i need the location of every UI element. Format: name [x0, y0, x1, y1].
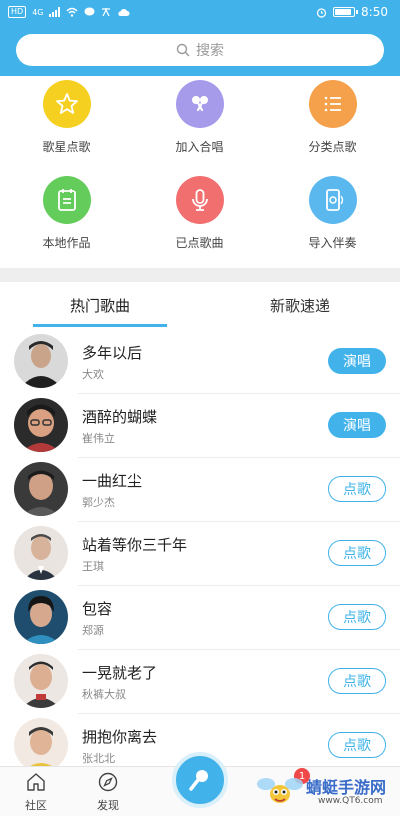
list-item[interactable]: 包容 郑源 点歌: [0, 586, 400, 650]
avatar: [14, 526, 68, 580]
list-item[interactable]: 多年以后 大欢 演唱: [0, 330, 400, 394]
signal-icon: [49, 7, 61, 17]
song-title: 酒醉的蝴蝶: [82, 408, 158, 426]
search-icon: [176, 43, 190, 57]
avatar: [14, 334, 68, 388]
tab-hot-songs[interactable]: 热门歌曲: [0, 282, 200, 328]
compass-icon: [98, 772, 118, 792]
song-list: 多年以后 大欢 演唱 酒醉的蝴蝶 崔伟立 演唱 一曲红尘 郭少杰 点歌 站着等你…: [0, 330, 400, 766]
chat-bubble-icon: [84, 7, 95, 16]
home-icon: [27, 773, 45, 791]
shortcut-label: 本地作品: [42, 236, 91, 250]
clock: 8:50: [361, 5, 388, 19]
nav-label: 发现: [97, 799, 119, 812]
dragonfly-logo-icon: [257, 778, 303, 803]
search-bar[interactable]: 搜索: [16, 34, 384, 66]
shortcut-label: 导入伴奏: [308, 236, 357, 250]
translate-icon: [102, 8, 111, 17]
shortcut-category-song[interactable]: 分类点歌: [266, 76, 399, 166]
shortcut-label: 分类点歌: [308, 140, 357, 154]
section-divider: [0, 268, 400, 282]
song-artist: 郑源: [82, 624, 104, 637]
avatar: [14, 590, 68, 644]
order-song-button[interactable]: 点歌: [328, 540, 386, 566]
sing-button[interactable]: 演唱: [328, 412, 386, 438]
order-song-button[interactable]: 点歌: [328, 668, 386, 694]
sing-button[interactable]: 演唱: [328, 348, 386, 374]
avatar: [14, 654, 68, 708]
song-title: 多年以后: [82, 344, 143, 362]
avatar: [14, 718, 68, 766]
shortcut-ordered-songs[interactable]: 已点歌曲: [133, 172, 266, 262]
song-title: 站着等你三千年: [82, 536, 188, 554]
song-artist: 郭少杰: [82, 496, 115, 509]
order-song-button[interactable]: 点歌: [328, 732, 386, 758]
list-icon: [308, 80, 357, 128]
microphone-icon: [175, 176, 224, 224]
star-icon: [42, 80, 91, 128]
battery-icon: [333, 7, 359, 17]
watermark-name: 蜻蜓手游网: [306, 778, 387, 797]
watermark-url: www.QT6.com: [318, 796, 383, 806]
avatar: [14, 462, 68, 516]
shortcut-join-duet[interactable]: 加入合唱: [133, 76, 266, 166]
order-song-button[interactable]: 点歌: [328, 604, 386, 630]
microphone-icon: [189, 770, 208, 791]
avatar: [14, 398, 68, 452]
song-artist: 大欢: [82, 368, 104, 381]
cloud-icon: [118, 8, 130, 16]
sing-center-button[interactable]: [172, 752, 228, 808]
shortcut-label: 已点歌曲: [175, 236, 224, 250]
tab-new-songs[interactable]: 新歌速递: [200, 282, 400, 328]
song-title: 包容: [82, 600, 113, 618]
song-title: 一曲红尘: [82, 472, 143, 490]
list-item[interactable]: 站着等你三千年 王琪 点歌: [0, 522, 400, 586]
song-artist: 张北北: [82, 752, 115, 765]
hd-indicator: HD: [8, 6, 27, 18]
order-song-button[interactable]: 点歌: [328, 476, 386, 502]
wifi-icon: [66, 7, 78, 17]
calendar-doc-icon: [42, 176, 91, 224]
duet-mic-icon: [175, 80, 224, 128]
shortcut-grid: 歌星点歌 加入合唱 分类点歌 本地作品 已点歌曲 导入伴奏: [0, 76, 400, 264]
phone-import-icon: [308, 176, 357, 224]
list-item[interactable]: 一晃就老了 秋裤大叔 点歌: [0, 650, 400, 714]
song-artist: 秋裤大叔: [82, 688, 126, 701]
list-item[interactable]: 酒醉的蝴蝶 崔伟立 演唱: [0, 394, 400, 458]
tab-indicator: [33, 324, 167, 327]
shortcut-singer-song[interactable]: 歌星点歌: [0, 76, 133, 166]
nav-community[interactable]: 社区: [6, 771, 66, 813]
alarm-icon: [316, 7, 327, 18]
list-item[interactable]: 一曲红尘 郭少杰 点歌: [0, 458, 400, 522]
status-bar: HD 4G 8:50: [0, 0, 400, 26]
song-artist: 王琪: [82, 560, 104, 573]
watermark-logo: 蜻蜓手游网 www.QT6.com: [256, 770, 396, 814]
song-title: 拥抱你离去: [82, 728, 158, 746]
search-placeholder: 搜索: [196, 43, 224, 59]
app-header: HD 4G 8:50 搜索: [0, 0, 400, 76]
nav-discover[interactable]: 发现: [78, 771, 138, 813]
song-title: 一晃就老了: [82, 664, 158, 682]
shortcut-label: 加入合唱: [175, 140, 224, 154]
song-tabs: 热门歌曲 新歌速递: [0, 282, 400, 328]
shortcut-label: 歌星点歌: [42, 140, 91, 154]
song-artist: 崔伟立: [82, 432, 115, 445]
shortcut-local-works[interactable]: 本地作品: [0, 172, 133, 262]
shortcut-import-accompaniment[interactable]: 导入伴奏: [266, 172, 399, 262]
nav-label: 社区: [25, 799, 47, 812]
network-type: 4G: [32, 7, 44, 17]
